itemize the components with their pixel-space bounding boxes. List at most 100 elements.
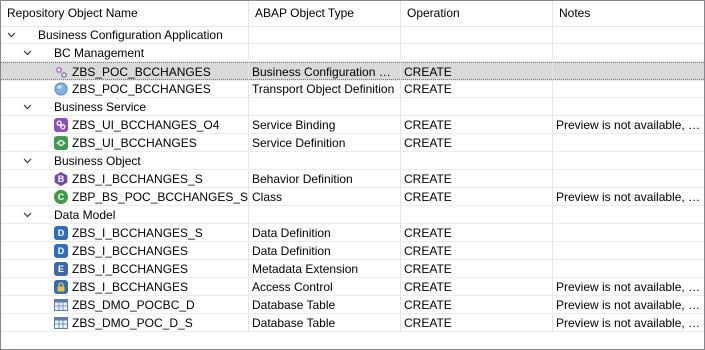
- tree-node-label: Business Configuration Application: [38, 28, 223, 42]
- table-row[interactable]: ZBS_I_BCCHANGES Access Control CREATE Pr…: [1, 278, 704, 296]
- object-name: ZBS_DMO_POCBC_D: [72, 298, 195, 312]
- cell-name: ZBS_I_BCCHANGES: [1, 278, 249, 296]
- cell-notes: [553, 206, 704, 224]
- cell-name: ZBS_DMO_POCBC_D: [1, 296, 249, 314]
- column-header-name[interactable]: Repository Object Name: [1, 1, 249, 26]
- object-name: ZBS_DMO_POC_D_S: [72, 316, 193, 330]
- cell-name: E ZBS_I_BCCHANGES: [1, 260, 249, 278]
- column-header-type[interactable]: ABAP Object Type: [249, 1, 401, 26]
- cell-notes: [553, 63, 704, 81]
- cell-type: Data Definition: [249, 242, 401, 260]
- cell-name: B ZBS_I_BCCHANGES_S: [1, 170, 249, 188]
- cell-operation: CREATE: [401, 63, 553, 81]
- table-row[interactable]: ZBS_DMO_POC_D_S Database Table CREATE Pr…: [1, 314, 704, 332]
- cell-name: ZBS_UI_BCCHANGES: [1, 134, 249, 152]
- cell-operation: CREATE: [401, 170, 553, 188]
- table-row[interactable]: C ZBP_BS_POC_BCCHANGES_S Class CREATE Pr…: [1, 188, 704, 206]
- cell-operation: CREATE: [401, 278, 553, 296]
- cell-notes: Preview is not available, h...: [553, 314, 704, 332]
- cell-notes: [553, 260, 704, 278]
- chevron-down-icon[interactable]: [5, 26, 17, 43]
- cell-name: D ZBS_I_BCCHANGES: [1, 242, 249, 260]
- object-name: ZBS_POC_BCCHANGES: [72, 65, 211, 79]
- tree-node-label: Business Object: [54, 154, 141, 168]
- cell-type: [249, 44, 401, 62]
- cell-type: [249, 152, 401, 170]
- cell-type: Behavior Definition: [249, 170, 401, 188]
- object-name: ZBS_UI_BCCHANGES_O4: [72, 118, 220, 132]
- cell-operation: CREATE: [401, 260, 553, 278]
- cell-type: Business Configuration Maintenance Objec…: [249, 63, 401, 81]
- cell-notes: [553, 98, 704, 116]
- object-name: ZBS_I_BCCHANGES_S: [72, 172, 203, 186]
- cell-operation: CREATE: [401, 134, 553, 152]
- cell-operation: CREATE: [401, 188, 553, 206]
- tree-node-cell: BC Management: [1, 44, 249, 62]
- cell-name: C ZBP_BS_POC_BCCHANGES_S: [1, 188, 249, 206]
- tree-node-label: Data Model: [54, 208, 116, 222]
- chevron-down-icon[interactable]: [21, 152, 33, 169]
- metadata-extension-icon: E: [54, 262, 68, 276]
- data-definition-icon: D: [54, 244, 68, 258]
- table-row[interactable]: B ZBS_I_BCCHANGES_S Behavior Definition …: [1, 170, 704, 188]
- cell-notes: [553, 134, 704, 152]
- cell-type: Database Table: [249, 314, 401, 332]
- table-row[interactable]: ZBS_UI_BCCHANGES Service Definition CREA…: [1, 134, 704, 152]
- business-configuration-icon: [54, 65, 68, 79]
- cell-name: ZBS_UI_BCCHANGES_O4: [1, 116, 249, 134]
- object-name: ZBS_I_BCCHANGES: [72, 262, 189, 276]
- column-header-notes[interactable]: Notes: [553, 1, 704, 26]
- service-definition-icon: [54, 136, 68, 150]
- cell-type: Service Binding: [249, 116, 401, 134]
- data-definition-icon: D: [54, 226, 68, 240]
- table-row[interactable]: ZBS_POC_BCCHANGES Transport Object Defin…: [1, 80, 704, 98]
- cell-type: [249, 206, 401, 224]
- chevron-down-icon[interactable]: [21, 98, 33, 115]
- cell-operation: [401, 152, 553, 170]
- table-row[interactable]: ZBS_POC_BCCHANGES Business Configuration…: [1, 62, 704, 81]
- tree-node-cell: Business Object: [1, 152, 249, 170]
- chevron-down-icon[interactable]: [21, 206, 33, 223]
- table-header: Repository Object Name ABAP Object Type …: [1, 1, 704, 27]
- cell-name: ZBS_POC_BCCHANGES: [1, 63, 249, 81]
- cell-type: Class: [249, 188, 401, 206]
- cell-type: Metadata Extension: [249, 260, 401, 278]
- cell-notes: [553, 242, 704, 260]
- cell-name: D ZBS_I_BCCHANGES_S: [1, 224, 249, 242]
- tree-node-data-model[interactable]: Data Model: [1, 206, 704, 224]
- object-name: ZBP_BS_POC_BCCHANGES_S: [72, 190, 249, 204]
- table-row[interactable]: ZBS_DMO_POCBC_D Database Table CREATE Pr…: [1, 296, 704, 314]
- column-header-operation[interactable]: Operation: [401, 1, 553, 26]
- tree-node-cell: Data Model: [1, 206, 249, 224]
- chevron-down-icon[interactable]: [21, 44, 33, 61]
- cell-operation: CREATE: [401, 80, 553, 98]
- transport-object-icon: [54, 82, 68, 96]
- tree-node-label: BC Management: [54, 46, 145, 60]
- tree-node-bc-management[interactable]: BC Management: [1, 44, 704, 62]
- tree-node-business-service[interactable]: Business Service: [1, 98, 704, 116]
- cell-type: Access Control: [249, 278, 401, 296]
- tree-node-root[interactable]: Business Configuration Application: [1, 26, 704, 44]
- database-table-icon: [54, 298, 68, 312]
- tree-node-label: Business Service: [54, 100, 147, 114]
- table-row[interactable]: E ZBS_I_BCCHANGES Metadata Extension CRE…: [1, 260, 704, 278]
- object-name: ZBS_I_BCCHANGES: [72, 244, 189, 258]
- object-name: ZBS_I_BCCHANGES_S: [72, 226, 203, 240]
- cell-operation: [401, 26, 553, 44]
- cell-type: [249, 98, 401, 116]
- repository-objects-table: Repository Object Name ABAP Object Type …: [0, 0, 705, 350]
- access-control-icon: [54, 280, 68, 294]
- tree-node-business-object[interactable]: Business Object: [1, 152, 704, 170]
- cell-notes: [553, 152, 704, 170]
- table-row[interactable]: D ZBS_I_BCCHANGES_S Data Definition CREA…: [1, 224, 704, 242]
- cell-operation: CREATE: [401, 224, 553, 242]
- cell-notes: [553, 170, 704, 188]
- cell-name: ZBS_DMO_POC_D_S: [1, 314, 249, 332]
- cell-name: ZBS_POC_BCCHANGES: [1, 80, 249, 98]
- cell-notes: Preview is not available, h...: [553, 188, 704, 206]
- class-icon: C: [54, 190, 68, 204]
- tree-node-cell: Business Service: [1, 98, 249, 116]
- cell-notes: [553, 44, 704, 62]
- table-row[interactable]: D ZBS_I_BCCHANGES Data Definition CREATE: [1, 242, 704, 260]
- table-row[interactable]: ZBS_UI_BCCHANGES_O4 Service Binding CREA…: [1, 116, 704, 134]
